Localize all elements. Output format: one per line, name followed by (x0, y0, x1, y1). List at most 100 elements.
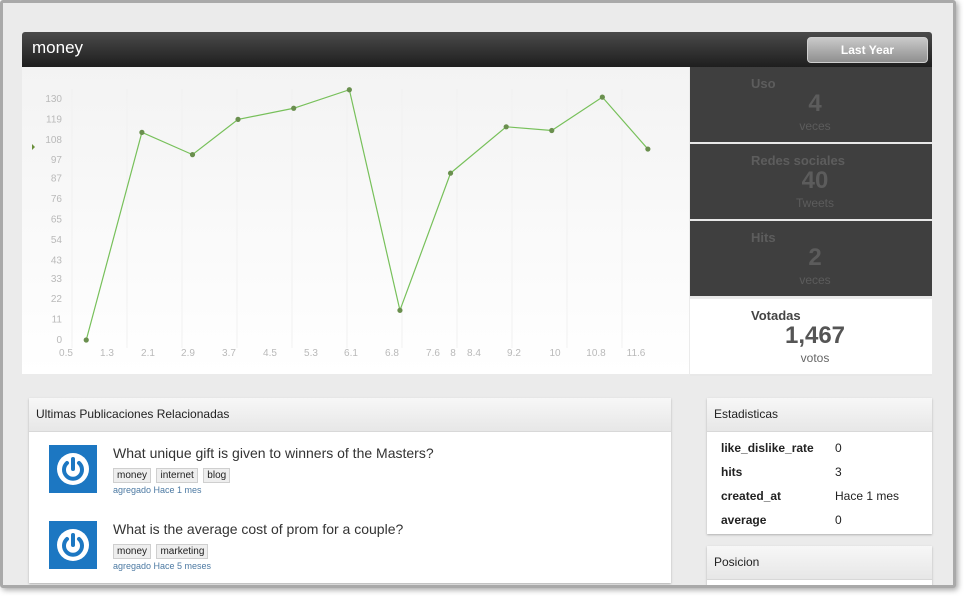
stat-val: 3 (835, 465, 842, 479)
data-point (83, 337, 89, 343)
stat-uso: Uso 4 veces (690, 67, 932, 144)
stat-val: 0 (835, 513, 842, 527)
data-point (503, 124, 509, 130)
x-tick-label: 6.1 (344, 348, 358, 359)
power-logo-icon[interactable] (49, 445, 97, 493)
post-title-link[interactable]: What unique gift is given to winners of … (113, 445, 434, 461)
power-logo-icon[interactable] (49, 521, 97, 569)
y-tick-label: 22 (51, 294, 63, 305)
x-tick-label: 7.6 (426, 348, 440, 359)
page-title: money (32, 38, 84, 57)
stats-column: Uso 4 veces Redes sociales 40 Tweets Hit… (690, 67, 932, 376)
table-row: like_dislike_rate 0 (721, 436, 899, 460)
panel-title: Estadisticas (707, 398, 932, 432)
stat-key: hits (721, 465, 743, 479)
tag-money[interactable]: money (113, 468, 152, 483)
x-tick-label: 10.8 (586, 348, 606, 359)
x-tick-label: 1.3 (100, 348, 114, 359)
window-frame: money Last Year 0 11 22 33 43 54 65 76 87 97 108 11… (0, 0, 956, 588)
tag-list: money internet blog (113, 465, 231, 483)
data-point (447, 170, 454, 176)
data-point (599, 94, 605, 100)
y-tick-label: 97 (51, 155, 63, 166)
line-chart: 0 11 22 33 43 54 65 76 87 97 108 119 130 0.5 1.3 2.1 2.9… (22, 67, 689, 374)
y-tick-label: 43 (51, 255, 63, 266)
stat-unit: Tweets (795, 196, 834, 210)
stat-hits: Hits 2 veces (690, 221, 932, 298)
stat-value: 4 (808, 90, 822, 117)
stat-val: 0 (835, 441, 842, 455)
stat-val: Hace 1 mes (835, 489, 900, 503)
stat-key: average (721, 513, 767, 527)
tag-money[interactable]: money (113, 544, 152, 559)
tag-list: money marketing (113, 541, 209, 559)
header-bar: money Last Year (22, 32, 932, 67)
y-tick-label: 76 (51, 194, 63, 205)
x-tick-label: 4.5 (263, 348, 277, 359)
list-item: What is the average cost of prom for a c… (49, 521, 649, 581)
y-tick-label: 11 (52, 315, 63, 326)
data-point (291, 105, 297, 111)
x-tick-label: 2.9 (181, 348, 195, 359)
posicion-panel: Posicion (707, 546, 932, 585)
stat-key: like_dislike_rate (721, 441, 814, 455)
axis-marker-icon (32, 144, 35, 150)
tag-internet[interactable]: internet (156, 468, 198, 483)
data-point (139, 129, 145, 135)
page-content: money Last Year 0 11 22 33 43 54 65 76 87 97 108 11… (15, 13, 941, 585)
y-tick-label: 0 (56, 335, 62, 346)
stat-label: Uso (751, 76, 776, 91)
list-item: What unique gift is given to winners of … (49, 445, 649, 505)
chart-svg: 01122334354657687971081191300.5 1.3 2.1 2.9… (32, 87, 651, 359)
x-tick-label: 9.2 (507, 348, 521, 359)
stat-value: 2 (808, 244, 822, 271)
tag-marketing[interactable]: marketing (156, 544, 209, 559)
x-tick-label: 8.4 (467, 348, 481, 359)
stat-value: 40 (801, 167, 829, 194)
stat-label: Hits (751, 230, 776, 245)
post-meta: agregado Hace 1 mes (113, 485, 202, 495)
stat-unit: veces (799, 119, 831, 133)
stat-key: created_at (721, 489, 782, 503)
data-point (397, 307, 403, 313)
stat-unit: votos (800, 351, 830, 365)
y-tick-label: 33 (51, 274, 63, 285)
date-range-button[interactable]: Last Year (807, 37, 928, 63)
estadisticas-panel: Estadisticas like_dislike_rate 0 hits 3 cr… (707, 398, 932, 534)
table-row: hits 3 (721, 460, 899, 484)
y-tick-label: 65 (51, 215, 63, 226)
related-posts-panel: Ultimas Publicaciones Relacionadas What … (29, 398, 671, 583)
panel-title: Ultimas Publicaciones Relacionadas (29, 398, 671, 432)
data-point (189, 152, 196, 158)
series-line (85, 88, 649, 341)
data-point (346, 87, 352, 93)
table-row: created_at Hace 1 mes (721, 484, 899, 508)
y-tick-label: 87 (51, 174, 63, 185)
y-tick-label: 119 (46, 114, 62, 125)
x-tick-label: 6.8 (385, 348, 399, 359)
x-tick-label: 3.7 (222, 348, 236, 359)
panel-title: Posicion (707, 546, 932, 580)
tag-blog[interactable]: blog (203, 468, 231, 483)
x-tick-label: 11.6 (627, 348, 646, 359)
data-point (235, 116, 241, 122)
stat-redes-sociales: Redes sociales 40 Tweets (690, 144, 932, 221)
y-tick-label: 108 (45, 135, 62, 146)
y-tick-label: 54 (51, 235, 63, 246)
post-title-link[interactable]: What is the average cost of prom for a c… (113, 521, 403, 537)
x-tick-label: 8 (450, 348, 456, 359)
y-tick-label: 130 (45, 94, 62, 105)
stat-value: 1,467 (784, 322, 846, 349)
data-point (549, 127, 555, 134)
stat-label: Votadas (751, 308, 801, 323)
x-tick-label: 0.5 (59, 348, 73, 359)
x-tick-label: 10 (549, 348, 561, 359)
x-tick-label: 2.1 (141, 348, 155, 359)
stats-table: like_dislike_rate 0 hits 3 created_at Hace … (721, 436, 899, 532)
x-tick-label: 5.3 (304, 348, 318, 359)
data-point (645, 146, 651, 152)
stat-label: Redes sociales (751, 153, 845, 168)
table-row: average 0 (721, 508, 899, 532)
stat-unit: veces (799, 273, 831, 287)
stat-votadas: Votadas 1,467 votos (690, 299, 932, 376)
